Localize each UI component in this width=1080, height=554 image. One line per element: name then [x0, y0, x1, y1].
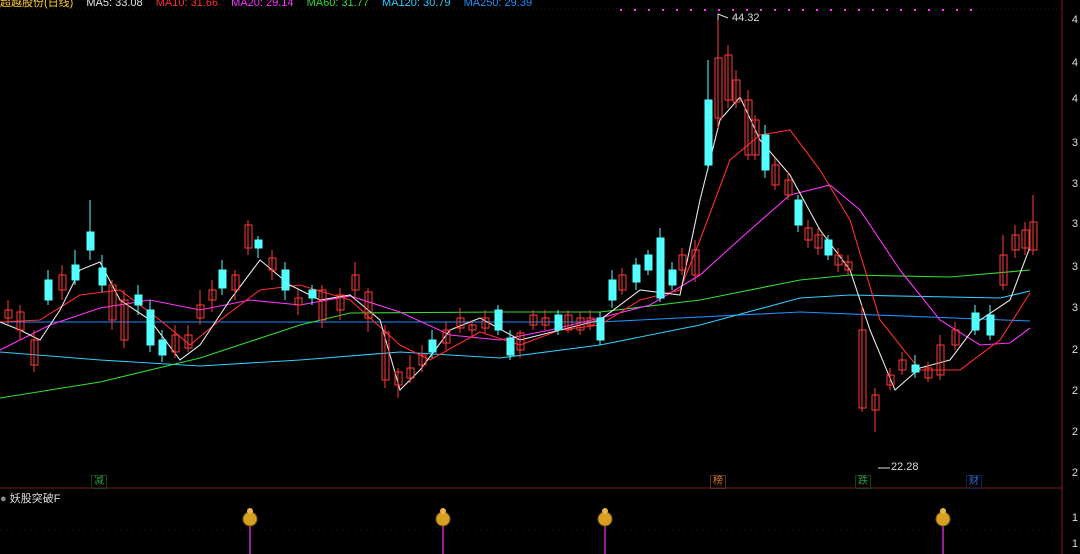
- top-marker-dot: [872, 9, 874, 11]
- money-bag-icon: [935, 511, 951, 527]
- tag-reduce[interactable]: 减: [91, 475, 107, 489]
- candle-body: [986, 314, 995, 336]
- candle-body: [308, 289, 317, 299]
- high-price-label: 44.32: [732, 12, 760, 24]
- candle-body: [668, 269, 677, 286]
- top-marker-dot: [900, 9, 902, 11]
- candle-body: [494, 309, 503, 331]
- top-marker-dot: [816, 9, 818, 11]
- top-marker-dot: [956, 9, 958, 11]
- money-bag-knot: [602, 508, 608, 514]
- candle-body: [44, 279, 53, 301]
- top-marker-dot: [760, 9, 762, 11]
- y-axis-label: 4: [1071, 14, 1078, 26]
- top-marker-dot: [914, 9, 916, 11]
- y-axis-label: 2: [1071, 467, 1078, 479]
- candle-body: [911, 364, 920, 373]
- top-marker-dot: [746, 9, 748, 11]
- stock-chart-window: 超越股份(日线) MA5: 33.08 MA10: 31.66 MA20: 29…: [0, 0, 1080, 554]
- top-marker-dot: [732, 9, 734, 11]
- y-axis-label: 4: [1071, 93, 1078, 105]
- candle-body: [644, 254, 653, 271]
- candle-body: [794, 199, 803, 226]
- money-bag-knot: [247, 508, 253, 514]
- top-marker-dot: [620, 9, 622, 11]
- candle-body: [98, 267, 107, 286]
- top-marker-dot: [830, 9, 832, 11]
- top-marker-dot: [662, 9, 664, 11]
- top-marker-dot: [690, 9, 692, 11]
- tag-finance[interactable]: 财: [966, 475, 982, 489]
- indicator-name: 妖股突破F: [9, 493, 61, 505]
- top-marker-dot: [928, 9, 930, 11]
- candle-body: [632, 264, 641, 283]
- candle-body: [146, 309, 155, 346]
- y-axis-label: 2: [1071, 385, 1078, 397]
- indicator-axis-label: 1: [1071, 538, 1078, 550]
- candle-body: [218, 269, 227, 289]
- top-marker-dot: [718, 9, 720, 11]
- candle-body: [281, 269, 290, 291]
- top-marker-dot: [942, 9, 944, 11]
- candle-body: [428, 339, 437, 353]
- top-marker-dot: [788, 9, 790, 11]
- candle-body: [254, 239, 263, 249]
- indicator-title[interactable]: ● 妖股突破F: [0, 490, 60, 506]
- candle-body: [656, 237, 665, 299]
- top-marker-dot: [858, 9, 860, 11]
- top-marker-dot: [774, 9, 776, 11]
- money-bag-icon: [242, 511, 258, 527]
- y-axis-label: 3: [1071, 218, 1078, 230]
- money-bag-knot: [940, 508, 946, 514]
- money-bag-icon: [597, 511, 613, 527]
- high-pointer: [717, 13, 729, 20]
- candle-body: [704, 99, 713, 166]
- candle-body: [134, 294, 143, 306]
- top-marker-dot: [802, 9, 804, 11]
- indicator-axis-label: 1: [1071, 512, 1078, 524]
- y-axis-label: 3: [1071, 261, 1078, 273]
- tag-list[interactable]: 榜: [710, 475, 726, 489]
- y-axis-label: 2: [1071, 426, 1078, 438]
- y-axis-label: 3: [1071, 302, 1078, 314]
- candle-body: [824, 239, 833, 256]
- low-price-label: 22.28: [891, 461, 919, 473]
- money-bag-icon: [435, 511, 451, 527]
- y-axis-label: 2: [1071, 344, 1078, 356]
- money-bag-knot: [440, 508, 446, 514]
- y-axis-label: 4: [1071, 57, 1078, 69]
- indicator-dot-icon: ●: [0, 493, 7, 505]
- top-marker-dot: [676, 9, 678, 11]
- candle-body: [506, 337, 515, 356]
- candle-body: [86, 231, 95, 251]
- candle-body: [596, 317, 605, 341]
- y-axis-label: 3: [1071, 178, 1078, 190]
- top-marker-dot: [634, 9, 636, 11]
- candle-body: [158, 339, 167, 356]
- candle-body: [971, 312, 980, 331]
- y-axis-label: 3: [1071, 137, 1078, 149]
- candle-body: [554, 314, 563, 331]
- tag-fall[interactable]: 跌: [855, 475, 871, 489]
- top-marker-dot: [704, 9, 706, 11]
- top-marker-dot: [970, 9, 972, 11]
- top-marker-dot: [886, 9, 888, 11]
- candle-body: [608, 279, 617, 301]
- top-marker-dot: [648, 9, 650, 11]
- top-marker-dot: [844, 9, 846, 11]
- ma5-line: [0, 95, 1031, 392]
- candle-body: [761, 134, 770, 171]
- candle-body: [71, 264, 80, 281]
